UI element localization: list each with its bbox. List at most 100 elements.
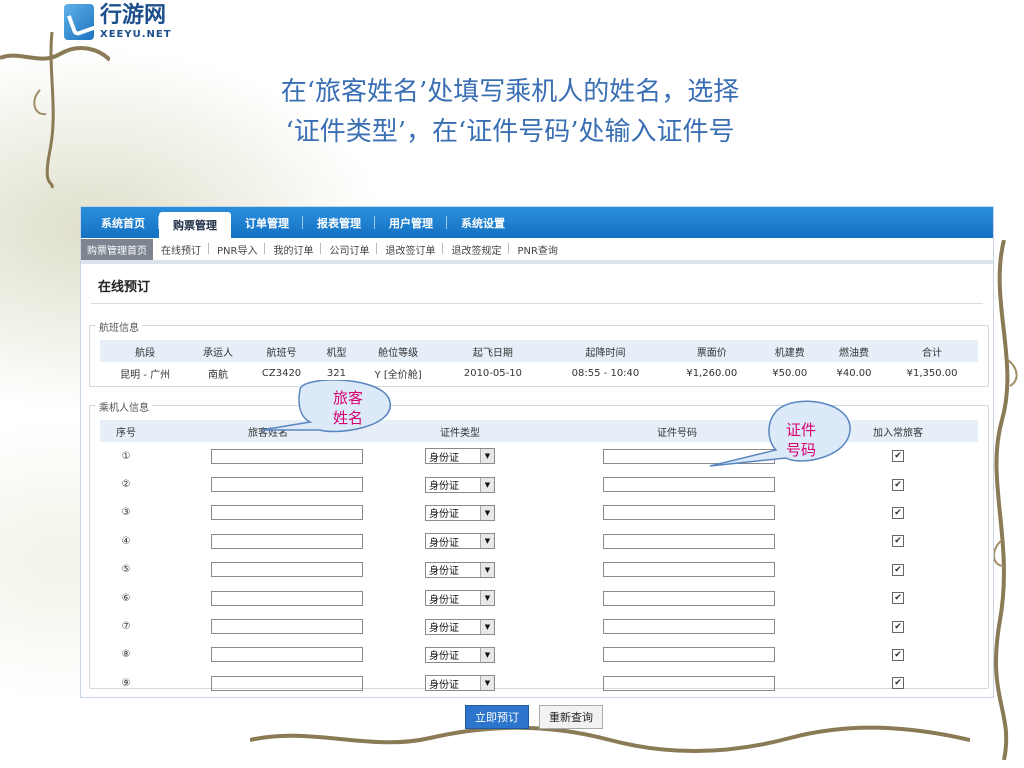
passenger-name-input[interactable] <box>152 641 384 669</box>
passenger-row: ⑥ 身份证 ▼ ✔ <box>100 584 978 612</box>
id-type-select[interactable]: 身份证 ▼ <box>384 442 536 470</box>
subnav-change-rules[interactable]: 退改签规定 <box>443 242 510 257</box>
id-number-input[interactable] <box>536 669 818 697</box>
frequent-flyer-checkbox[interactable]: ✔ <box>818 527 978 555</box>
col-airport-fee: 机建费 <box>757 340 822 362</box>
chevron-down-icon[interactable]: ▼ <box>480 676 494 691</box>
chevron-down-icon[interactable]: ▼ <box>480 647 494 662</box>
chevron-down-icon[interactable]: ▼ <box>480 505 494 520</box>
nav-home[interactable]: 系统首页 <box>87 207 159 238</box>
frequent-flyer-checkbox[interactable]: ✔ <box>818 499 978 527</box>
id-type-value: 身份证 <box>429 651 459 663</box>
callout-idno-line-1: 证件 <box>785 421 816 439</box>
cell-fare: ¥1,260.00 <box>686 367 738 379</box>
site-logo: 行游网 XEEYU.NET <box>64 4 172 40</box>
id-type-select[interactable]: 身份证 ▼ <box>384 499 536 527</box>
book-now-button[interactable]: 立即预订 <box>465 705 529 729</box>
nav-reports[interactable]: 报表管理 <box>303 207 375 238</box>
subnav-pnr-query[interactable]: PNR查询 <box>509 242 565 257</box>
chevron-down-icon[interactable]: ▼ <box>480 562 494 577</box>
id-type-select[interactable]: 身份证 ▼ <box>384 556 536 584</box>
chevron-down-icon[interactable]: ▼ <box>480 477 494 492</box>
passenger-row: ⑨ 身份证 ▼ ✔ <box>100 669 978 697</box>
id-number-input[interactable] <box>536 641 818 669</box>
passenger-name-input[interactable] <box>152 470 384 498</box>
nav-orders[interactable]: 订单管理 <box>231 207 303 238</box>
col-times: 起降时间 <box>545 340 666 362</box>
id-type-value: 身份证 <box>429 566 459 578</box>
col-fare: 票面价 <box>665 340 758 362</box>
id-number-input[interactable] <box>536 584 818 612</box>
subnav-ticketing-home[interactable]: 购票管理首页 <box>81 238 153 260</box>
cell-total: ¥1,350.00 <box>906 367 958 379</box>
passenger-row: ② 身份证 ▼ ✔ <box>100 470 978 498</box>
passenger-name-input[interactable] <box>152 499 384 527</box>
col-carrier: 承运人 <box>190 340 246 362</box>
subnav-change-orders[interactable]: 退改签订单 <box>377 242 444 257</box>
checkmark-icon: ✔ <box>892 535 904 548</box>
cell-times: 08:55 - 10:40 <box>571 367 640 379</box>
seq-number: ⑦ <box>121 621 131 633</box>
nav-settings[interactable]: 系统设置 <box>447 207 519 238</box>
id-type-select[interactable]: 身份证 ▼ <box>384 612 536 640</box>
frequent-flyer-checkbox[interactable]: ✔ <box>818 641 978 669</box>
id-number-input[interactable] <box>536 612 818 640</box>
col-id-type: 证件类型 <box>384 420 536 442</box>
id-number-input[interactable] <box>536 556 818 584</box>
passenger-name-input[interactable] <box>152 556 384 584</box>
passenger-name-input[interactable] <box>152 612 384 640</box>
passenger-name-input[interactable] <box>152 669 384 697</box>
top-navigation: 系统首页 购票管理 订单管理 报表管理 用户管理 系统设置 <box>81 207 993 238</box>
chevron-down-icon[interactable]: ▼ <box>480 449 494 464</box>
decorative-vine-left <box>0 31 110 189</box>
seq-number: ② <box>121 479 131 491</box>
callout-name-line-1: 旅客 <box>332 389 363 407</box>
logo-en-text: XEEYU.NET <box>100 28 172 40</box>
requery-button[interactable]: 重新查询 <box>539 705 603 729</box>
id-type-select[interactable]: 身份证 ▼ <box>384 641 536 669</box>
flight-header-row: 航段 承运人 航班号 机型 舱位等级 起飞日期 起降时间 票面价 机建费 燃油费… <box>100 340 978 362</box>
frequent-flyer-checkbox[interactable]: ✔ <box>818 669 978 697</box>
chevron-down-icon[interactable]: ▼ <box>480 534 494 549</box>
col-fuel-fee: 燃油费 <box>821 340 887 362</box>
logo-mark-icon <box>64 4 94 40</box>
col-total: 合计 <box>886 340 978 362</box>
nav-users[interactable]: 用户管理 <box>375 207 447 238</box>
passenger-name-input[interactable] <box>152 442 384 470</box>
subnav-company-orders[interactable]: 公司订单 <box>321 242 378 257</box>
subnav-online-booking[interactable]: 在线预订 <box>153 242 209 257</box>
seq-number: ⑨ <box>121 677 131 689</box>
frequent-flyer-checkbox[interactable]: ✔ <box>818 470 978 498</box>
seq-number: ③ <box>121 507 131 519</box>
col-flight-no: 航班号 <box>245 340 318 362</box>
id-type-value: 身份证 <box>429 594 459 606</box>
id-number-input[interactable] <box>536 470 818 498</box>
headline-line-2: ‘证件类型’，在‘证件号码’处输入证件号 <box>285 117 735 147</box>
id-type-value: 身份证 <box>429 623 459 635</box>
col-date: 起飞日期 <box>440 340 546 362</box>
passenger-name-input[interactable] <box>152 527 384 555</box>
cell-segment: 昆明 - 广州 <box>120 369 171 381</box>
id-type-select[interactable]: 身份证 ▼ <box>384 584 536 612</box>
id-number-input[interactable] <box>536 527 818 555</box>
passenger-name-input[interactable] <box>152 584 384 612</box>
chevron-down-icon[interactable]: ▼ <box>480 591 494 606</box>
id-type-select[interactable]: 身份证 ▼ <box>384 669 536 697</box>
id-number-input[interactable] <box>536 499 818 527</box>
frequent-flyer-checkbox[interactable]: ✔ <box>818 612 978 640</box>
frequent-flyer-checkbox[interactable]: ✔ <box>818 584 978 612</box>
id-type-select[interactable]: 身份证 ▼ <box>384 470 536 498</box>
frequent-flyer-checkbox[interactable]: ✔ <box>818 556 978 584</box>
flight-info-legend: 航班信息 <box>96 319 142 334</box>
nav-ticketing[interactable]: 购票管理 <box>159 212 231 238</box>
decorative-vine-bottom <box>250 725 970 753</box>
col-aircraft: 机型 <box>317 340 356 362</box>
chevron-down-icon[interactable]: ▼ <box>480 619 494 634</box>
flight-table: 航段 承运人 航班号 机型 舱位等级 起飞日期 起降时间 票面价 机建费 燃油费… <box>100 340 978 384</box>
cell-airport-fee: ¥50.00 <box>772 367 808 379</box>
subnav-my-orders[interactable]: 我的订单 <box>265 242 322 257</box>
id-type-select[interactable]: 身份证 ▼ <box>384 527 536 555</box>
checkmark-icon: ✔ <box>892 506 904 519</box>
subnav-pnr-import[interactable]: PNR导入 <box>209 242 266 257</box>
id-type-value: 身份证 <box>429 679 459 691</box>
